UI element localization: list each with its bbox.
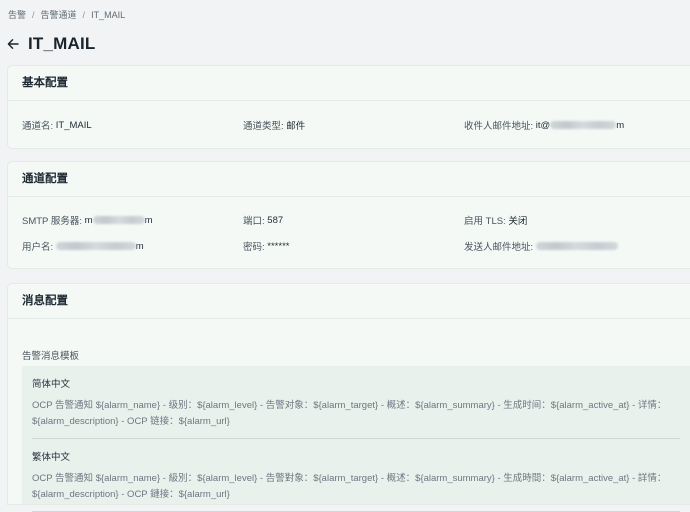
port-value: 587 [267, 214, 284, 226]
recipient-value-suffix: m [616, 119, 625, 131]
channel-name-label: 通道名: [22, 121, 54, 132]
password-label: 密码: [243, 242, 265, 253]
page-title: IT_MAIL [28, 34, 96, 53]
arrow-left-icon [7, 39, 19, 49]
channel-type-value: 邮件 [286, 121, 306, 132]
channel-name-field: 通道名: IT_MAIL [22, 118, 92, 133]
template-name: 繁体中文 [32, 452, 71, 463]
redacted-text [92, 216, 145, 224]
channel-config-card: 通道配置 SMTP 服务器: m m 端口: 587 启用 TLS: 关闭 用户名… [8, 162, 690, 268]
template-item-simplified: 简体中文 OCP 告警通知 ${alarm_name} - 级别：${alarm… [32, 366, 680, 439]
tls-value: 关闭 [508, 216, 528, 227]
breadcrumb-separator: / [82, 10, 86, 20]
template-label: 告警消息模板 [22, 351, 80, 362]
message-config-card: 消息配置 告警消息模板 简体中文 OCP 告警通知 ${alarm_name} … [8, 284, 690, 512]
redacted-text [550, 121, 617, 129]
channel-type-label: 通道类型: [243, 121, 284, 132]
breadcrumb: 告警 / 告警通道 / IT_MAIL [8, 8, 125, 21]
breadcrumb-item-alerts[interactable]: 告警 [8, 10, 26, 20]
template-name: 简体中文 [32, 379, 71, 390]
channel-name-value: IT_MAIL [55, 119, 92, 131]
template-text-line: OCP 告警通知 ${alarm_name} - 级别：${alarm_leve… [32, 400, 667, 411]
recipient-field: 收件人邮件地址: it@ m [464, 118, 625, 133]
redacted-text [535, 242, 618, 250]
breadcrumb-item-channels[interactable]: 告警通道 [41, 10, 77, 20]
template-list: 简体中文 OCP 告警通知 ${alarm_name} - 级别：${alarm… [22, 366, 690, 512]
sender-label: 发送人邮件地址: [464, 242, 534, 253]
template-text-line: OCP 告警通知 ${alarm_name} - 級別：${alarm_leve… [32, 473, 667, 484]
breadcrumb-item-current: IT_MAIL [91, 10, 126, 20]
recipient-value-prefix: it@ [535, 119, 551, 131]
sender-field: 发送人邮件地址: [464, 239, 618, 253]
channel-type-field: 通道类型: 邮件 [243, 118, 305, 132]
redacted-text [55, 242, 136, 250]
template-item-traditional: 繁体中文 OCP 告警通知 ${alarm_name} - 級別：${alarm… [32, 439, 680, 512]
username-value-suffix: m [135, 240, 144, 252]
breadcrumb-separator: / [32, 10, 35, 20]
back-button[interactable] [6, 37, 20, 51]
smtp-value-suffix: m [144, 214, 153, 226]
tls-field: 启用 TLS: 关闭 [464, 213, 527, 227]
basic-config-header: 基本配置 [8, 66, 690, 101]
message-config-header: 消息配置 [8, 284, 690, 319]
recipient-label: 收件人邮件地址: [464, 121, 534, 132]
username-label: 用户名: [22, 242, 54, 253]
template-text-line: ${alarm_description} - OCP 鏈接：${alarm_ur… [32, 489, 230, 500]
username-field: 用户名: m [22, 239, 144, 254]
smtp-value-prefix: m [84, 214, 93, 226]
smtp-label: SMTP 服务器: [22, 216, 82, 227]
template-text-line: ${alarm_description} - OCP 链接：${alarm_ur… [32, 416, 230, 427]
channel-config-header: 通道配置 [8, 162, 690, 197]
port-label: 端口: [243, 216, 265, 227]
page-header: IT_MAIL [6, 34, 96, 54]
basic-config-card: 基本配置 通道名: IT_MAIL 通道类型: 邮件 收件人邮件地址: it@ m [8, 66, 690, 148]
password-field: 密码: ****** [243, 239, 290, 254]
port-field: 端口: 587 [243, 213, 284, 228]
tls-label: 启用 TLS: [464, 216, 506, 227]
smtp-field: SMTP 服务器: m m [22, 213, 153, 228]
password-value: ****** [267, 240, 290, 252]
